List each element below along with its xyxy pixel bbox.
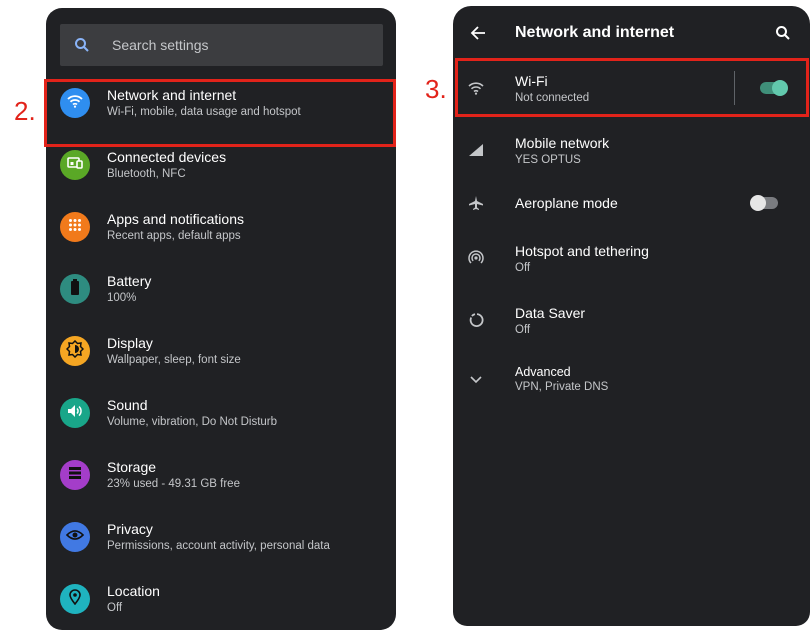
item-title: Mobile network	[515, 135, 610, 151]
item-title: Battery	[107, 273, 152, 289]
item-title: Privacy	[107, 521, 153, 537]
location-icon-circle	[60, 584, 90, 614]
connected-devices-icon	[67, 156, 83, 175]
apps-grid-icon	[68, 218, 82, 237]
item-title: Location	[107, 583, 160, 599]
step-label-3: 3.	[425, 74, 447, 104]
search-placeholder: Search settings	[112, 37, 209, 53]
item-subtitle: Volume, vibration, Do Not Disturb	[107, 416, 278, 428]
item-title: Storage	[107, 459, 157, 475]
chevron-down-icon	[467, 371, 485, 389]
settings-item-display[interactable]: Display Wallpaper, sleep, font size	[46, 320, 396, 382]
toggle-knob	[750, 195, 766, 211]
hotspot-row[interactable]: Hotspot and tethering Off	[453, 227, 810, 289]
item-subtitle: Permissions, account activity, personal …	[107, 540, 330, 552]
hotspot-icon	[467, 249, 485, 267]
item-subtitle: VPN, Private DNS	[515, 381, 609, 393]
back-arrow-icon[interactable]	[470, 26, 486, 40]
item-title: Connected devices	[107, 149, 227, 165]
item-title: Apps and notifications	[107, 211, 244, 227]
settings-item-sound[interactable]: Sound Volume, vibration, Do Not Disturb	[46, 382, 396, 444]
item-subtitle: Bluetooth, NFC	[107, 168, 186, 180]
item-subtitle: 100%	[107, 292, 137, 304]
settings-item-battery[interactable]: Battery 100%	[46, 258, 396, 320]
item-title: Hotspot and tethering	[515, 243, 649, 259]
privacy-eye-icon	[65, 528, 85, 546]
item-title: Data Saver	[515, 305, 586, 321]
privacy-icon-circle	[60, 522, 90, 552]
settings-item-storage[interactable]: Storage 23% used - 49.31 GB free	[46, 444, 396, 506]
item-subtitle: 23% used - 49.31 GB free	[107, 478, 240, 490]
search-icon	[74, 37, 90, 53]
aeroplane-mode-toggle[interactable]	[750, 195, 780, 211]
search-bar[interactable]: Search settings	[60, 24, 383, 66]
volume-icon	[67, 404, 83, 423]
highlight-network-and-internet	[44, 79, 396, 147]
item-subtitle: Off	[515, 324, 531, 336]
sound-icon-circle	[60, 398, 90, 428]
aeroplane-mode-row[interactable]: Aeroplane mode	[453, 172, 810, 234]
brightness-icon	[65, 339, 85, 363]
search-icon[interactable]	[775, 25, 791, 41]
settings-item-location[interactable]: Location Off	[46, 568, 396, 630]
settings-item-apps[interactable]: Apps and notifications Recent apps, defa…	[46, 196, 396, 258]
item-title: Advanced	[515, 365, 571, 379]
battery-icon-circle	[60, 274, 90, 304]
battery-icon	[70, 278, 80, 300]
highlight-wifi	[455, 58, 809, 117]
data-saver-icon	[467, 311, 485, 329]
advanced-row[interactable]: Advanced VPN, Private DNS	[453, 349, 810, 411]
data-saver-row[interactable]: Data Saver Off	[453, 289, 810, 351]
item-subtitle: YES OPTUS	[515, 154, 581, 166]
settings-item-privacy[interactable]: Privacy Permissions, account activity, p…	[46, 506, 396, 568]
item-title: Aeroplane mode	[515, 195, 618, 211]
item-title: Display	[107, 335, 153, 351]
display-icon-circle	[60, 336, 90, 366]
item-title: Sound	[107, 397, 148, 413]
connected-devices-icon-circle	[60, 150, 90, 180]
location-pin-icon	[69, 588, 81, 610]
step-label-2: 2.	[14, 96, 36, 126]
storage-icon	[68, 466, 82, 485]
item-subtitle: Recent apps, default apps	[107, 230, 241, 242]
item-subtitle: Off	[515, 262, 531, 274]
apps-icon-circle	[60, 212, 90, 242]
page-title: Network and internet	[515, 24, 675, 41]
item-subtitle: Off	[107, 602, 123, 614]
airplane-icon	[467, 194, 485, 212]
item-subtitle: Wallpaper, sleep, font size	[107, 354, 241, 366]
top-app-bar: Network and internet	[453, 6, 810, 58]
signal-icon	[467, 141, 485, 159]
storage-icon-circle	[60, 460, 90, 490]
